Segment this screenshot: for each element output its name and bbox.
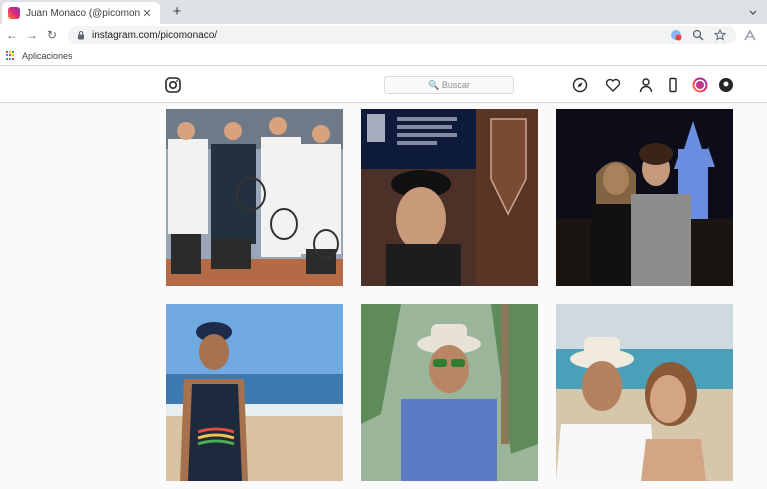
bookmark-star-icon[interactable] (714, 29, 726, 41)
post-image-tennis-group (166, 109, 343, 286)
lock-icon[interactable] (76, 30, 86, 40)
profile-icon[interactable] (638, 77, 654, 93)
browser-tab[interactable]: Juan Monaco (@picomonaco) • I ✕ (2, 2, 160, 24)
post-thumbnail[interactable] (166, 304, 343, 481)
instagram-header: 🔍 Buscar (0, 67, 767, 103)
search-input[interactable]: 🔍 Buscar (384, 76, 514, 94)
browser-toolbar: ← → ↻ instagram.com/picomonaco/ (0, 24, 767, 46)
phone-icon[interactable] (665, 77, 681, 93)
apps-grid-icon[interactable] (6, 50, 16, 61)
extension-icon[interactable] (718, 77, 734, 93)
zoom-icon[interactable] (692, 29, 704, 41)
browser-tab-strip: Juan Monaco (@picomonaco) • I ✕ + (0, 0, 767, 24)
new-tab-button[interactable]: + (168, 3, 186, 21)
post-thumbnail[interactable] (556, 304, 733, 481)
post-thumbnail[interactable] (361, 304, 538, 481)
post-thumbnail[interactable] (361, 109, 538, 286)
heart-icon[interactable] (605, 77, 621, 93)
tab-close-icon[interactable]: ✕ (140, 7, 154, 20)
address-bar[interactable]: instagram.com/picomonaco/ (68, 26, 736, 44)
instagram-favicon-icon (8, 7, 20, 19)
url-text[interactable]: instagram.com/picomonaco/ (92, 30, 670, 41)
post-thumbnail[interactable] (556, 109, 733, 286)
instagram-logo-icon[interactable] (165, 77, 181, 93)
profile-menu-icon[interactable] (743, 28, 757, 42)
post-image-festival (361, 109, 538, 286)
post-image-beach (166, 304, 343, 481)
translate-icon[interactable] (670, 29, 682, 41)
post-thumbnail[interactable] (166, 109, 343, 286)
post-image-castle-couple (556, 109, 733, 286)
post-image-hat-sunglasses (361, 304, 538, 481)
forward-button[interactable]: → (24, 27, 40, 43)
tab-search-icon[interactable] (747, 6, 759, 18)
bookmarks-bar: Aplicaciones (0, 46, 767, 66)
story-ring-icon[interactable] (692, 77, 708, 93)
post-image-couple-selfie (556, 304, 733, 481)
back-button[interactable]: ← (4, 27, 20, 43)
compass-icon[interactable] (572, 77, 588, 93)
tab-title: Juan Monaco (@picomonaco) • I (26, 7, 140, 19)
bookmark-apps[interactable]: Aplicaciones (22, 51, 73, 61)
post-grid (166, 109, 733, 489)
reload-button[interactable]: ↻ (44, 27, 60, 43)
